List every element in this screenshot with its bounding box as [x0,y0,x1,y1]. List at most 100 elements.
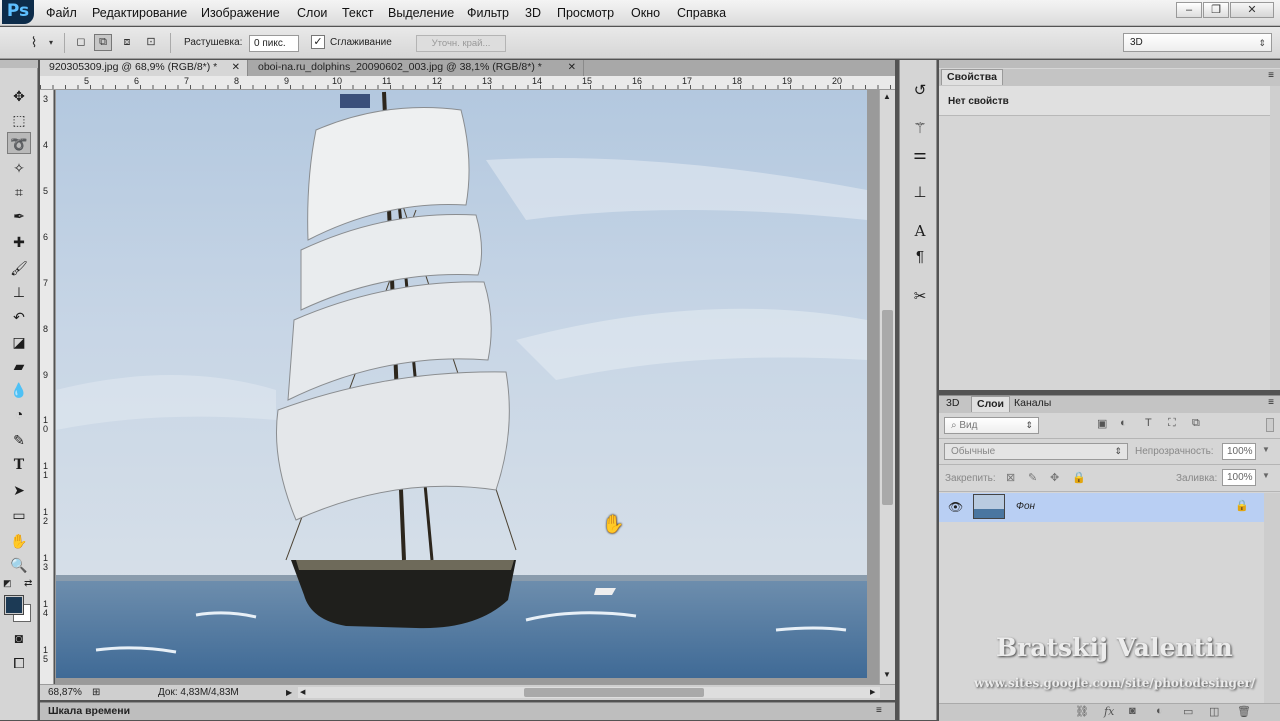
lasso-preset-icon[interactable]: ⌇ [22,34,46,51]
add-mask-icon[interactable]: ◙ [1129,705,1136,717]
hand-tool-icon[interactable]: ✋ [7,530,31,552]
eraser-tool-icon[interactable]: ◪ [7,331,31,353]
lock-transparent-icon[interactable]: ⊠ [1006,471,1015,484]
intersect-selection-icon[interactable]: ⊡ [142,34,160,51]
scroll-left-icon[interactable]: ◀ [300,685,305,700]
opacity-input[interactable]: 100% [1222,443,1256,460]
adjustments-panel-icon[interactable]: ⚌ [909,144,931,166]
path-selection-tool-icon[interactable]: ➤ [7,479,31,501]
panel-menu-icon[interactable]: ≡ [876,703,882,719]
new-selection-icon[interactable]: ◻ [72,34,90,51]
type-tool-icon[interactable]: T [7,454,31,476]
scroll-down-icon[interactable]: ▼ [883,670,891,679]
scroll-up-icon[interactable]: ▲ [883,92,891,101]
clone-stamp-tool-icon[interactable]: ⊥ [7,281,31,303]
menu-edit[interactable]: Редактирование [92,6,187,20]
character-panel-icon[interactable]: A [909,220,931,242]
swap-colors-icon[interactable]: ⇄ [24,578,32,589]
menu-type[interactable]: Текст [342,6,373,20]
status-menu-arrow-icon[interactable]: ▶ [286,685,292,700]
menu-3d[interactable]: 3D [525,6,541,20]
tab-document-2[interactable]: oboi-na.ru_dolphins_20090602_003.jpg @ 3… [249,60,584,76]
marquee-tool-icon[interactable]: ⬚ [7,109,31,131]
history-brush-tool-icon[interactable]: ↶ [7,306,31,328]
filter-shape-icon[interactable]: ⛶ [1168,417,1176,430]
menu-image[interactable]: Изображение [201,6,280,20]
filter-smart-object-icon[interactable]: ⧉ [1192,417,1200,430]
refine-edge-button[interactable]: Уточн. край... [416,35,506,52]
new-group-icon[interactable]: ▭ [1183,705,1193,718]
layer-filter-select[interactable]: ⌕ Вид ⇕ [944,417,1039,434]
layer-name[interactable]: Фон [1016,501,1035,512]
preset-chevron-down-icon[interactable]: ▾ [46,34,56,51]
filter-pixel-icon[interactable]: ▣ [1097,417,1107,430]
vertical-scrollbar[interactable]: ▲ ▼ [879,90,895,684]
lock-position-icon[interactable]: ✥ [1050,471,1059,484]
blend-mode-select[interactable]: Обычные ⇕ [944,443,1128,460]
filter-toggle[interactable] [1266,418,1274,432]
foreground-color-swatch[interactable] [4,595,24,615]
fill-input[interactable]: 100% [1222,469,1256,486]
healing-brush-tool-icon[interactable]: ✚ [7,231,31,253]
history-panel-icon[interactable]: ↺ [909,80,931,102]
link-layers-icon[interactable]: ⛓ [1075,705,1089,718]
document-canvas-ship-photo[interactable]: ✋ [56,90,867,678]
tab-document-1[interactable]: 920305309.jpg @ 68,9% (RGB/8*) * ✕ [40,60,248,76]
filter-type-icon[interactable]: T [1145,417,1152,429]
scroll-right-icon[interactable]: ▶ [870,685,875,700]
layer-row-background[interactable]: 👁 Фон 🔒 [939,493,1264,522]
lock-all-icon[interactable]: 🔒 [1072,471,1086,484]
eyedropper-tool-icon[interactable]: ✒ [7,205,31,227]
panel-menu-icon[interactable]: ≡ [1268,70,1274,81]
brush-panel-icon[interactable]: ⚚ [909,118,931,140]
close-tab-icon[interactable]: ✕ [232,60,240,75]
dodge-tool-icon[interactable]: ◔ [7,403,31,425]
horizontal-scrollbar[interactable]: ◀ ▶ [298,687,880,698]
workspace-select[interactable]: 3D ⇕ [1123,33,1272,52]
add-to-selection-icon[interactable]: ⧉ [94,34,112,51]
paragraph-panel-icon[interactable]: ¶ [909,246,931,268]
vertical-scroll-thumb[interactable] [882,310,893,505]
zoom-tool-icon[interactable]: 🔍 [7,554,31,576]
menu-filter[interactable]: Фильтр [467,6,509,20]
filter-adjustment-icon[interactable]: ◐ [1120,417,1127,429]
blur-tool-icon[interactable]: 💧 [7,379,31,401]
tab-layers[interactable]: Слои [971,396,1010,412]
adjustment-layer-icon[interactable]: ◐ [1156,705,1163,717]
antialias-checkbox[interactable]: ✓ [311,35,325,49]
move-tool-icon[interactable]: ✥ [7,85,31,107]
new-layer-icon[interactable]: ◫ [1209,705,1219,718]
quick-mask-icon[interactable]: ◙ [7,627,31,649]
close-window-button[interactable]: ✕ [1230,2,1274,18]
quick-selection-tool-icon[interactable]: ✧ [7,157,31,179]
layer-visibility-eye-icon[interactable]: 👁 [948,500,963,514]
tab-properties[interactable]: Свойства [941,69,1003,85]
clone-source-panel-icon[interactable]: ⊥ [909,182,931,204]
zoom-level[interactable]: 68,87% [48,685,82,700]
timeline-panel[interactable]: Шкала времени ≡ [40,702,895,720]
feather-input[interactable]: 0 пикс. [249,35,299,52]
menu-help[interactable]: Справка [677,6,726,20]
rectangle-tool-icon[interactable]: ▭ [7,504,31,526]
screen-mode-icon[interactable]: ⧠ [7,652,31,674]
subtract-from-selection-icon[interactable]: ⧈ [118,34,136,51]
menu-view[interactable]: Просмотр [557,6,614,20]
opacity-chevron-down-icon[interactable]: ▼ [1262,445,1270,454]
export-icon[interactable]: ⊞ [92,685,100,700]
lock-image-icon[interactable]: ✎ [1028,471,1037,484]
horizontal-scroll-thumb[interactable] [524,688,704,697]
maximize-button[interactable]: ❐ [1203,2,1229,18]
tab-channels[interactable]: Каналы [1009,396,1056,412]
delete-layer-icon[interactable]: 🗑 [1237,705,1251,718]
menu-layers[interactable]: Слои [297,6,327,20]
pen-tool-icon[interactable]: ✎ [7,429,31,451]
layer-style-icon[interactable]: fx [1104,705,1114,718]
gradient-tool-icon[interactable]: ▰ [7,355,31,377]
tab-3d[interactable]: 3D [941,396,964,412]
brush-tool-icon[interactable]: 🖌 [7,257,31,279]
timeline-label[interactable]: Шкала времени [48,703,130,719]
menu-window[interactable]: Окно [631,6,660,20]
menu-file[interactable]: Файл [46,6,77,20]
close-tab-icon[interactable]: ✕ [568,60,576,75]
default-colors-icon[interactable]: ◩ [3,578,12,589]
